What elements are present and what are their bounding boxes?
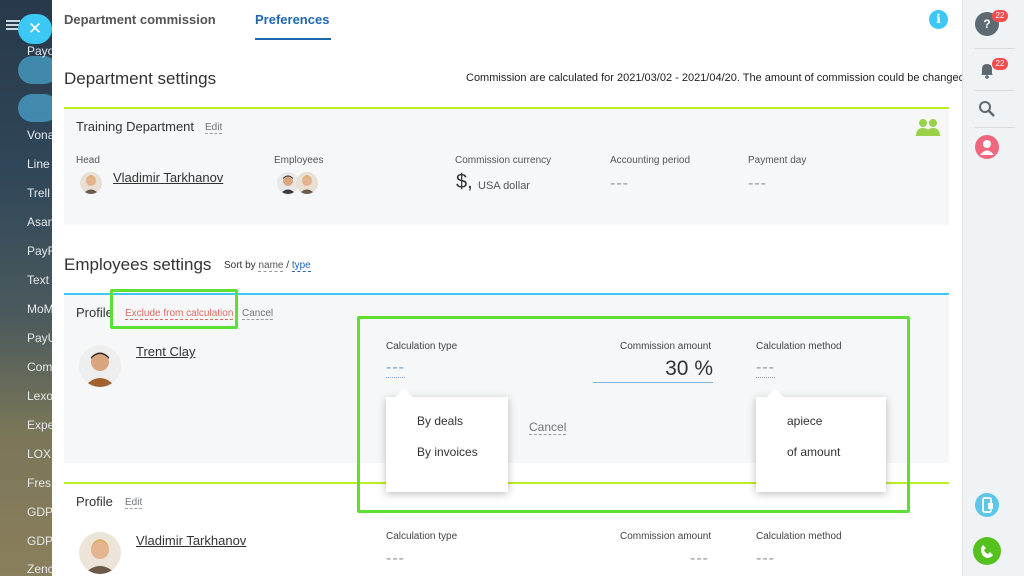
sidebar-item[interactable]: Asan bbox=[27, 215, 54, 229]
sidebar-item[interactable]: Trell bbox=[27, 186, 50, 200]
right-sidebar: ? 22 22 bbox=[962, 0, 1024, 576]
info-icon[interactable]: i bbox=[929, 10, 948, 29]
left-app-sidebar: Payo Vona Line Trell Asan PayF Text MoM … bbox=[0, 0, 56, 576]
main-panel: Department commission Preferences i Depa… bbox=[52, 0, 962, 576]
calculation-method-label: Calculation method bbox=[756, 531, 842, 542]
department-settings-heading: Department settings bbox=[64, 69, 217, 88]
employees-settings-heading: Employees settings bbox=[64, 255, 212, 274]
calculation-method-value[interactable]: --- bbox=[756, 550, 775, 568]
sidebar-item[interactable]: PayF bbox=[27, 244, 55, 258]
edit-department-link[interactable]: Edit bbox=[205, 122, 223, 134]
search-icon[interactable] bbox=[975, 97, 999, 121]
sidebar-item[interactable]: Com bbox=[27, 360, 52, 374]
head-label: Head bbox=[76, 155, 100, 166]
calculation-type-dropdown: By deals By invoices bbox=[386, 397, 508, 492]
close-slider-button[interactable]: ✕ bbox=[18, 14, 52, 44]
sidebar-item[interactable]: Lexo bbox=[27, 389, 53, 403]
phone-icon[interactable] bbox=[973, 537, 1001, 565]
sort-separator: / bbox=[286, 260, 290, 271]
commission-amount-label: Commission amount bbox=[620, 341, 712, 352]
commission-amount-label: Commission amount bbox=[620, 531, 712, 542]
user-profile-icon[interactable] bbox=[975, 135, 999, 159]
notifications-badge: 22 bbox=[992, 58, 1008, 70]
department-card: Training Department Edit Head Vladimir T… bbox=[64, 107, 949, 225]
tab-department-commission[interactable]: Department commission bbox=[64, 12, 216, 27]
sidebar-pill bbox=[18, 56, 56, 84]
active-tab-underline bbox=[255, 38, 331, 40]
avatar[interactable] bbox=[296, 172, 318, 194]
divider bbox=[975, 90, 1015, 91]
currency-label: Commission currency bbox=[455, 155, 552, 166]
option-of-amount[interactable]: of amount bbox=[787, 445, 840, 459]
sidebar-item[interactable]: GDP bbox=[27, 534, 53, 548]
accounting-period-value[interactable]: --- bbox=[610, 175, 629, 193]
sidebar-item[interactable]: Expe bbox=[27, 418, 54, 432]
calculation-method-dropdown: apiece of amount bbox=[756, 397, 886, 492]
option-apiece[interactable]: apiece bbox=[787, 414, 822, 428]
calculation-type-value[interactable]: --- bbox=[386, 550, 405, 568]
sidebar-item[interactable]: Payo bbox=[27, 44, 54, 58]
divider bbox=[975, 48, 1015, 49]
users-icon[interactable] bbox=[915, 117, 941, 137]
avatar bbox=[79, 345, 121, 387]
sidebar-item[interactable]: Text bbox=[27, 273, 49, 287]
commission-period-note: Commission are calculated for 2021/03/02… bbox=[466, 72, 962, 84]
sidebar-item[interactable]: MoM bbox=[27, 302, 54, 316]
sidebar-pill bbox=[18, 94, 56, 122]
calculation-type-label: Calculation type bbox=[386, 531, 458, 542]
mobile-app-icon[interactable] bbox=[975, 493, 999, 517]
calculation-type-label: Calculation type bbox=[386, 341, 458, 352]
commission-amount-input[interactable]: 30 % bbox=[593, 357, 713, 383]
exclude-from-calculation-link[interactable]: Exclude from calculation bbox=[125, 308, 234, 320]
payment-day-label: Payment day bbox=[748, 155, 807, 166]
currency-sign: $, bbox=[456, 171, 473, 193]
help-badge: 22 bbox=[992, 10, 1008, 22]
calculation-type-select[interactable]: --- bbox=[386, 359, 405, 378]
employee-card: Profile Edit Vladimir Tarkhanov Calculat… bbox=[64, 482, 949, 576]
sort-by-label: Sort by bbox=[224, 260, 256, 271]
department-name: Training Department bbox=[76, 119, 195, 134]
calculation-method-label: Calculation method bbox=[756, 341, 842, 352]
calculation-method-select[interactable]: --- bbox=[756, 359, 775, 378]
cancel-link[interactable]: Cancel bbox=[242, 308, 274, 320]
profile-label: Profile bbox=[76, 305, 113, 320]
sidebar-item[interactable]: LOX bbox=[27, 447, 51, 461]
sidebar-item[interactable]: Fres bbox=[27, 476, 51, 490]
sort-by-type-link[interactable]: type bbox=[291, 260, 311, 272]
employee-name-link[interactable]: Vladimir Tarkhanov bbox=[136, 533, 246, 548]
close-icon: ✕ bbox=[27, 19, 43, 38]
option-by-deals[interactable]: By deals bbox=[417, 414, 463, 428]
sort-by-name-link[interactable]: name bbox=[258, 260, 284, 272]
head-name-link[interactable]: Vladimir Tarkhanov bbox=[113, 170, 223, 185]
payment-day-value[interactable]: --- bbox=[748, 175, 767, 193]
popup-cancel-link[interactable]: Cancel bbox=[529, 420, 567, 435]
currency-name: USA dollar bbox=[478, 180, 530, 192]
profile-label: Profile bbox=[76, 494, 113, 509]
avatar bbox=[79, 532, 121, 574]
avatar bbox=[80, 172, 102, 194]
sidebar-item[interactable]: Line bbox=[27, 157, 50, 171]
edit-profile-link[interactable]: Edit bbox=[125, 497, 143, 509]
divider bbox=[975, 127, 1015, 128]
sidebar-item[interactable]: Vona bbox=[27, 128, 54, 142]
tab-preferences[interactable]: Preferences bbox=[255, 12, 329, 27]
employee-name-link[interactable]: Trent Clay bbox=[136, 344, 195, 359]
sort-by: Sort by name / type bbox=[224, 260, 311, 272]
accounting-period-label: Accounting period bbox=[610, 155, 691, 166]
sidebar-item[interactable]: GDP bbox=[27, 505, 53, 519]
employees-label: Employees bbox=[274, 155, 324, 166]
option-by-invoices[interactable]: By invoices bbox=[417, 445, 478, 459]
sidebar-item[interactable]: Zenc bbox=[27, 562, 54, 576]
commission-amount-value[interactable]: --- bbox=[690, 550, 709, 568]
